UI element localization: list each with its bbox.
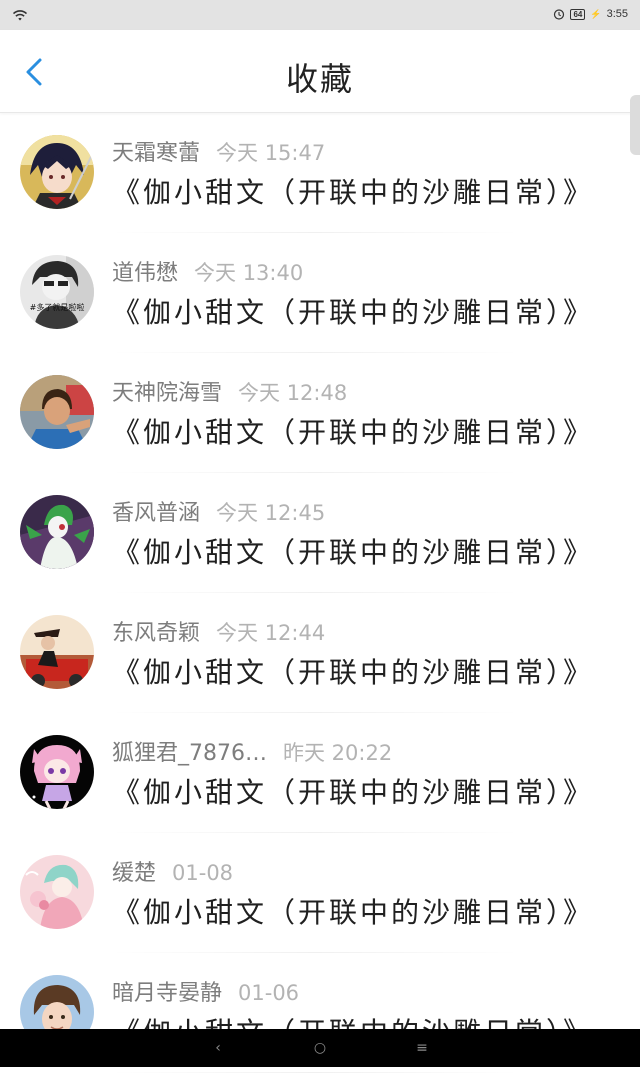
app-header: 收藏: [0, 30, 640, 113]
avatar[interactable]: [20, 495, 94, 569]
post-title[interactable]: 《伽小甜文（开联中的沙雕日常）》: [112, 651, 594, 691]
post-time: 今天 12:48: [238, 381, 348, 405]
post-title[interactable]: 《伽小甜文（开联中的沙雕日常）》: [112, 531, 594, 571]
post-time: 今天 12:44: [216, 621, 326, 645]
list-item[interactable]: 天霜寒蕾 今天 15:47 《伽小甜文（开联中的沙雕日常）》: [0, 113, 640, 233]
list-item[interactable]: 狐狸君_7876… 昨天 20:22 《伽小甜文（开联中的沙雕日常）》: [0, 713, 640, 833]
list-item[interactable]: #多了就是啦啦 道伟懋 今天 13:40 《伽小甜文（开联中的沙雕日常）》: [0, 233, 640, 353]
avatar[interactable]: [20, 735, 94, 809]
favorites-list: 天霜寒蕾 今天 15:47 《伽小甜文（开联中的沙雕日常）》 #多了就是啦啦 道伟…: [0, 113, 640, 1073]
avatar[interactable]: #多了就是啦啦: [20, 255, 94, 329]
post-time: 今天 13:40: [194, 261, 304, 285]
user-name[interactable]: 东风奇颖: [112, 621, 200, 646]
avatar[interactable]: [20, 855, 94, 929]
list-item[interactable]: 香风普涵 今天 12:45 《伽小甜文（开联中的沙雕日常）》: [0, 473, 640, 593]
nav-home-button[interactable]: ○: [290, 1029, 350, 1067]
post-time: 今天 12:45: [216, 501, 326, 525]
wifi-icon: [12, 10, 28, 21]
post-title[interactable]: 《伽小甜文（开联中的沙雕日常）》: [112, 411, 594, 451]
back-arrow-icon: ‹: [215, 1040, 221, 1056]
post-title[interactable]: 《伽小甜文（开联中的沙雕日常）》: [112, 771, 594, 811]
user-name[interactable]: 天神院海雪: [112, 381, 222, 406]
avatar[interactable]: [20, 135, 94, 209]
system-nav-bar: ‹ ○ ≡: [0, 1029, 640, 1067]
nav-back-button[interactable]: ‹: [188, 1029, 248, 1067]
home-circle-icon: ○: [313, 1040, 327, 1056]
avatar-caption: #多了就是啦啦: [30, 302, 85, 312]
status-bar: 64 ⚡ 3:55: [0, 0, 640, 30]
post-title[interactable]: 《伽小甜文（开联中的沙雕日常）》: [112, 171, 594, 211]
page-title: 收藏: [285, 60, 354, 98]
list-item[interactable]: 天神院海雪 今天 12:48 《伽小甜文（开联中的沙雕日常）》: [0, 353, 640, 473]
clock: 3:55: [606, 8, 628, 20]
post-time: 01-08: [172, 861, 234, 885]
user-name[interactable]: 天霜寒蕾: [112, 141, 200, 166]
post-title[interactable]: 《伽小甜文（开联中的沙雕日常）》: [112, 291, 594, 331]
alarm-icon: [554, 9, 565, 20]
user-name[interactable]: 狐狸君_7876…: [112, 741, 267, 766]
user-name[interactable]: 香风普涵: [112, 501, 200, 526]
user-name[interactable]: 暗月寺晏静: [112, 981, 222, 1006]
list-item[interactable]: 东风奇颖 今天 12:44 《伽小甜文（开联中的沙雕日常）》: [0, 593, 640, 713]
nav-menu-button[interactable]: ≡: [392, 1029, 452, 1067]
user-name[interactable]: 道伟懋: [112, 261, 178, 286]
battery-level: 64: [570, 8, 586, 20]
post-time: 今天 15:47: [216, 141, 326, 165]
menu-icon: ≡: [416, 1040, 428, 1056]
post-time: 01-06: [238, 981, 300, 1005]
avatar[interactable]: [20, 615, 94, 689]
post-title[interactable]: 《伽小甜文（开联中的沙雕日常）》: [112, 891, 594, 931]
post-time: 昨天 20:22: [283, 741, 393, 765]
charging-icon: ⚡: [590, 8, 602, 19]
user-name[interactable]: 缓楚: [112, 861, 156, 886]
avatar[interactable]: [20, 375, 94, 449]
list-item[interactable]: 缓楚 01-08 《伽小甜文（开联中的沙雕日常）》: [0, 833, 640, 953]
